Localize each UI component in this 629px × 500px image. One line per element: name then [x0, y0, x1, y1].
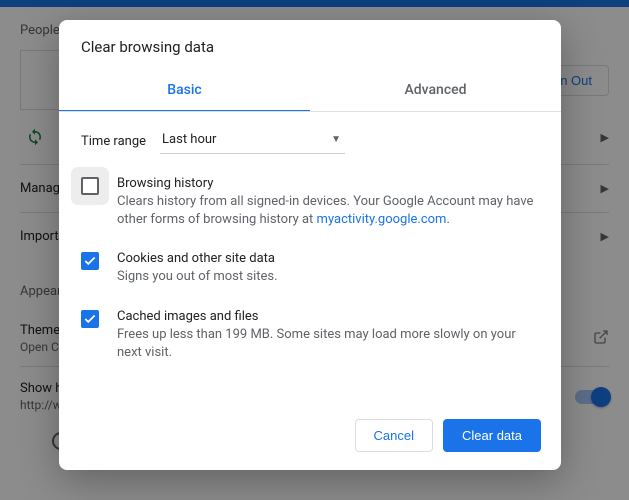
checkbox-1[interactable]: [81, 252, 99, 270]
time-range-label: Time range: [81, 134, 146, 149]
checkbox-0[interactable]: [81, 177, 99, 195]
option-row: Browsing history Clears history from all …: [81, 176, 539, 229]
option-title: Cached images and files: [117, 309, 539, 324]
time-range-value: Last hour: [162, 132, 216, 147]
option-row: Cookies and other site data Signs you out…: [81, 251, 539, 286]
option-desc: Frees up less than 199 MB. Some sites ma…: [117, 326, 539, 362]
dialog-title: Clear browsing data: [59, 20, 561, 70]
clear-data-button[interactable]: Clear data: [443, 419, 541, 452]
option-title: Cookies and other site data: [117, 251, 278, 266]
tab-advanced[interactable]: Advanced: [310, 70, 561, 112]
option-title: Browsing history: [117, 176, 539, 191]
option-text: Browsing history Clears history from all …: [117, 176, 539, 229]
option-desc: Signs you out of most sites.: [117, 268, 278, 286]
option-row: Cached images and files Frees up less tha…: [81, 309, 539, 362]
myactivity-link[interactable]: myactivity.google.com: [317, 212, 447, 227]
clear-browsing-data-dialog: Clear browsing data Basic Advanced Time …: [59, 20, 561, 470]
tab-basic[interactable]: Basic: [59, 70, 310, 112]
caret-down-icon: ▼: [331, 134, 341, 145]
option-text: Cookies and other site data Signs you out…: [117, 251, 278, 286]
option-desc: Clears history from all signed-in device…: [117, 193, 539, 229]
dialog-tabs: Basic Advanced: [59, 70, 561, 112]
cancel-button[interactable]: Cancel: [355, 419, 433, 452]
time-range-select[interactable]: Last hour ▼: [160, 128, 345, 154]
option-text: Cached images and files Frees up less tha…: [117, 309, 539, 362]
checkbox-2[interactable]: [81, 310, 99, 328]
